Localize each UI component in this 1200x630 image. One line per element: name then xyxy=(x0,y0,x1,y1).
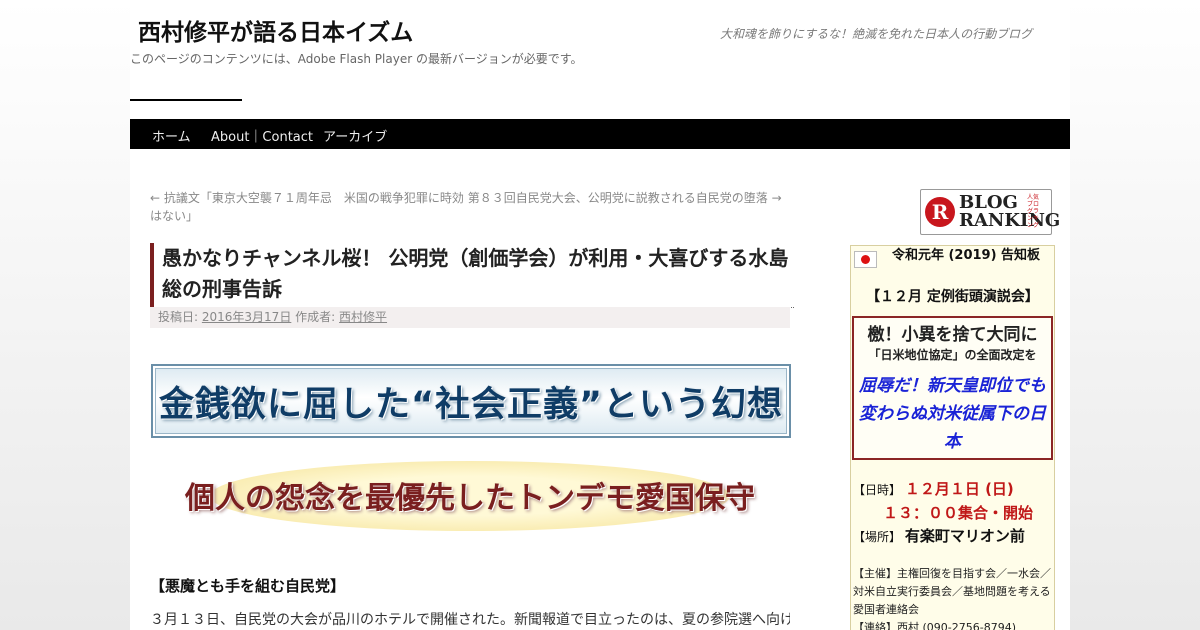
next-post-link[interactable]: 第８３回自民党大会、公明党に説教される自民党の堕落 xyxy=(468,191,768,205)
author-link[interactable]: 西村修平 xyxy=(339,310,387,324)
prev-post-link-continued[interactable]: はない」 xyxy=(150,209,198,223)
slogan-line-2: 「日米地位協定」の全面改定を xyxy=(868,348,1037,362)
slogan-line-1: 檄！小異を捨て大同に xyxy=(867,325,1038,345)
site-description: 大和魂を飾りにするな！絶滅を免れた日本人の行動ブログ xyxy=(720,27,1033,41)
slogan-box: 檄！小異を捨て大同に 「日米地位協定」の全面改定を 屈辱だ！新天皇即位でも変わら… xyxy=(852,316,1053,460)
post-navigation: ← 抗議文「東京大空襲７１周年忌 米国の戦争犯罪に時効 第８３回自民党大会、公明… xyxy=(150,189,790,225)
menu-item-home[interactable]: ホーム xyxy=(152,126,191,145)
notice-year-heading: 令和元年 (2019) 告知板 xyxy=(891,248,1041,263)
flag-sun xyxy=(861,255,870,264)
notice-date-row: 【日時】 １２月１日 (日) xyxy=(853,478,1014,499)
menu-item-about-contact[interactable]: About｜Contact xyxy=(211,126,313,145)
blog-ranking-badge[interactable]: R BLOG RANKING 人気ブログランキング xyxy=(920,189,1060,235)
prev-arrow-icon: ← xyxy=(150,191,161,205)
slogan-line-3: 屈辱だ！新天皇即位でも変わらぬ対米従属下の日本 xyxy=(859,376,1046,452)
entry-body-text: ３月１３日、自民党の大会が品川のホテルで開催された。新聞報道で目立ったのは、夏の… xyxy=(150,612,790,628)
notice-place-row: 【場所】 有楽町マリオン前 xyxy=(853,525,1025,546)
time-value: １３：００集合・開始 xyxy=(883,504,1034,522)
ranking-logo-icon: R xyxy=(925,197,955,227)
organizer-text: 【主催】主権回復を目指す会／一水会／対米自立実行委員会／基地問題を考える愛国者連… xyxy=(853,567,1051,616)
next-arrow-icon: → xyxy=(771,191,782,205)
notice-event-title: 【１２月 定例街頭演説会】 xyxy=(866,289,1039,305)
ranking-word-ranking: RANKING xyxy=(959,210,1061,231)
menu-item-archive[interactable]: アーカイブ xyxy=(323,126,387,145)
ranking-small-text: 人気ブログランキング xyxy=(1027,194,1040,229)
meta-posted-label: 投稿日: xyxy=(158,310,199,324)
headline-banner-2-text: 個人の怨念を最優先したトンデモ愛国保守 xyxy=(185,481,755,516)
header-divider xyxy=(130,99,242,101)
date-label: 【日時】 xyxy=(853,483,902,497)
entry-title: 愚かなりチャンネル桜！ 公明党（創価学会）が利用・大喜びする水島総の刑事告訴 xyxy=(162,246,789,301)
entry-title-block: 愚かなりチャンネル桜！ 公明党（創価学会）が利用・大喜びする水島総の刑事告訴 xyxy=(150,243,794,308)
entry-meta: 投稿日: 2016年3月17日 作成者: 西村修平 xyxy=(150,307,790,328)
flash-notice: このページのコンテンツには、Adobe Flash Player の最新バージョ… xyxy=(130,52,583,66)
place-label: 【場所】 xyxy=(853,530,902,544)
notice-board: 令和元年 (2019) 告知板 【１２月 定例街頭演説会】 檄！小異を捨て大同に… xyxy=(850,245,1055,630)
headline-banner-2: 個人の怨念を最優先したトンデモ愛国保守 xyxy=(150,457,790,533)
meta-author-label: 作成者: xyxy=(295,310,336,324)
page-wrapper: 西村修平が語る日本イズム 大和魂を飾りにするな！絶滅を免れた日本人の行動ブログ … xyxy=(130,0,1070,630)
place-value: 有楽町マリオン前 xyxy=(904,527,1025,545)
headline-banner-1-text: 金銭欲に屈した“社会正義”という幻想 xyxy=(158,385,783,425)
section-heading: 【悪魔とも手を組む自民党】 xyxy=(150,577,346,595)
japan-flag-icon xyxy=(854,251,877,268)
main-menu: ホーム About｜Contact アーカイブ xyxy=(130,119,1070,149)
prev-post-link[interactable]: 抗議文「東京大空襲７１周年忌 米国の戦争犯罪に時効 xyxy=(164,191,464,205)
site-title[interactable]: 西村修平が語る日本イズム xyxy=(138,13,413,47)
post-date-link[interactable]: 2016年3月17日 xyxy=(202,310,291,324)
date-value: １２月１日 (日) xyxy=(904,480,1014,498)
headline-banner-1: 金銭欲に屈した“社会正義”という幻想 xyxy=(151,364,791,438)
contact-text: 【連絡】西村 (090-2756-8794) xyxy=(853,621,1017,630)
